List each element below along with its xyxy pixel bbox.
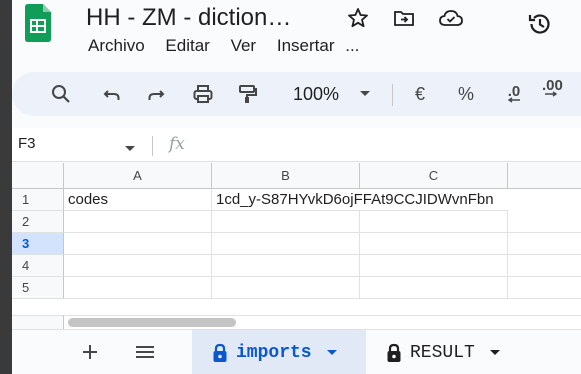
print-icon[interactable]: [190, 80, 216, 108]
row-header-1[interactable]: 1: [12, 189, 64, 211]
cell-a3[interactable]: [64, 233, 212, 255]
scrollbar-corner: [12, 315, 64, 329]
increase-decimal-label: .00: [542, 77, 563, 94]
column-header-d[interactable]: [508, 163, 581, 189]
cell-a4[interactable]: [64, 255, 212, 277]
sheets-app: HH - ZM - diction… Archivo Editar Ver In…: [12, 0, 581, 374]
cell-b3[interactable]: [212, 233, 360, 255]
cell-c4[interactable]: [360, 255, 508, 277]
lock-icon: [213, 343, 227, 362]
decrease-decimal-button[interactable]: .0: [502, 80, 526, 108]
currency-format-button[interactable]: €: [410, 80, 430, 108]
row-header-4[interactable]: 4: [12, 255, 64, 277]
sheet-tab-label: RESULT: [410, 342, 475, 363]
toolbar-divider: [392, 84, 393, 106]
formula-divider: [152, 136, 153, 156]
star-icon[interactable]: [346, 6, 372, 32]
column-header-c[interactable]: C: [360, 163, 508, 189]
menu-archivo[interactable]: Archivo: [88, 36, 145, 55]
menu-ver[interactable]: Ver: [231, 36, 257, 55]
cell-c2[interactable]: [360, 211, 508, 233]
row-header-5[interactable]: 5: [12, 277, 64, 299]
cell-b4[interactable]: [212, 255, 360, 277]
increase-decimal-button[interactable]: .00: [542, 77, 578, 108]
cloud-status-icon[interactable]: [438, 6, 464, 32]
all-sheets-icon[interactable]: [134, 342, 156, 367]
menu-more[interactable]: ...: [345, 36, 359, 55]
name-box-dropdown-icon[interactable]: [124, 140, 136, 158]
sheet-tab-bar: imports RESULT: [12, 329, 581, 374]
percent-format-button[interactable]: %: [456, 80, 476, 108]
zoom-dropdown-icon[interactable]: [356, 80, 374, 108]
move-to-folder-icon[interactable]: [392, 6, 418, 32]
sheet-tab-label: imports: [236, 342, 312, 363]
toolbar: 100% € % .0 .00: [12, 72, 581, 116]
header: HH - ZM - diction… Archivo Editar Ver In…: [12, 0, 581, 66]
chevron-down-icon[interactable]: [326, 349, 338, 357]
version-history-icon[interactable]: [526, 10, 552, 36]
column-header-b[interactable]: B: [212, 163, 360, 189]
cell-a1[interactable]: codes: [64, 189, 212, 211]
cell-b5[interactable]: [212, 277, 360, 299]
fx-icon: fx: [169, 134, 185, 154]
cell-d2[interactable]: [508, 211, 581, 233]
select-all-corner[interactable]: [12, 163, 64, 189]
cell-b1[interactable]: 1cd_y-S87HYvkD6ojFFAt9CCJIDWvnFbn: [212, 189, 494, 211]
spreadsheet-grid: A B C 1 2 3 4 5 codes 1cd_y-S87HYvkD6ojF…: [12, 163, 581, 315]
cell-a5[interactable]: [64, 277, 212, 299]
cell-c5[interactable]: [360, 277, 508, 299]
cell-d5[interactable]: [508, 277, 581, 299]
document-title[interactable]: HH - ZM - diction…: [86, 4, 291, 32]
window-frame-edge: [0, 0, 12, 374]
sheets-logo-icon[interactable]: [25, 4, 51, 42]
row-header-2[interactable]: 2: [12, 211, 64, 233]
chevron-down-icon[interactable]: [489, 349, 501, 357]
sheet-tab-imports[interactable]: imports: [192, 330, 366, 374]
cell-d3[interactable]: [508, 233, 581, 255]
cell-d4[interactable]: [508, 255, 581, 277]
name-box[interactable]: F3: [18, 135, 36, 152]
column-header-a[interactable]: A: [64, 163, 212, 189]
zoom-value[interactable]: 100%: [286, 80, 346, 108]
search-menus-icon[interactable]: [48, 80, 74, 108]
add-sheet-icon[interactable]: [80, 342, 100, 367]
sheet-tab-result[interactable]: RESULT: [386, 330, 581, 374]
redo-icon[interactable]: [144, 80, 168, 108]
row-header-3[interactable]: 3: [12, 233, 64, 255]
cell-b2[interactable]: [212, 211, 360, 233]
decrease-decimal-label: .0: [507, 82, 521, 100]
undo-icon[interactable]: [100, 80, 124, 108]
lock-icon: [387, 343, 401, 362]
paint-format-icon[interactable]: [234, 80, 260, 108]
horizontal-scrollbar-thumb[interactable]: [68, 318, 236, 327]
cell-c3[interactable]: [360, 233, 508, 255]
menu-editar[interactable]: Editar: [165, 36, 209, 55]
menu-bar: Archivo Editar Ver Insertar ...: [88, 36, 375, 56]
menu-insertar[interactable]: Insertar: [277, 36, 335, 55]
formula-bar: F3 fx: [12, 128, 581, 162]
cell-a2[interactable]: [64, 211, 212, 233]
